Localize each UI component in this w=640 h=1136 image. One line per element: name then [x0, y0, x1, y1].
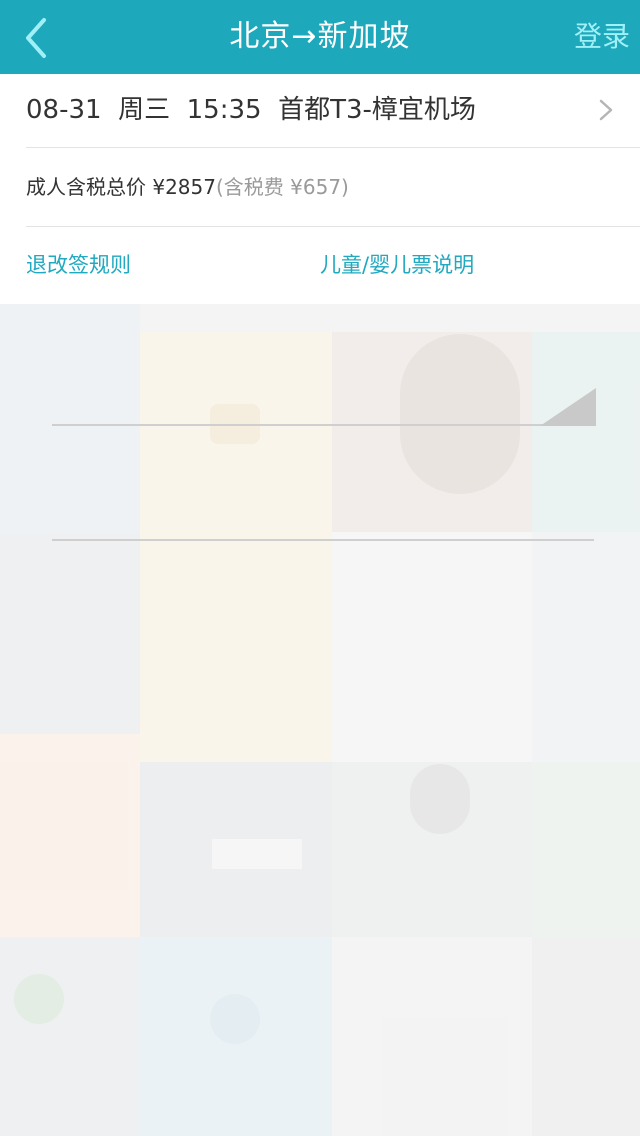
flight-summary-row[interactable]: 08-31 周三 15:35 首都T3-樟宜机场: [0, 74, 640, 147]
page-title: 北京→新加坡: [229, 19, 411, 54]
flight-summary-text: 08-31 周三 15:35 首都T3-樟宜机场: [26, 95, 476, 125]
child-infant-ticket-link[interactable]: 儿童/婴儿票说明: [320, 227, 474, 304]
links-row: 退改签规则 儿童/婴儿票说明: [0, 227, 640, 304]
chevron-right-icon: [599, 99, 613, 121]
price-total: ¥2857: [152, 175, 216, 199]
field-underline: [52, 424, 594, 426]
corner-triangle-icon: [540, 388, 596, 426]
nav-bar: 北京→新加坡 登录: [0, 0, 640, 74]
price-label: 成人含税总价: [26, 175, 146, 199]
flight-info-card: 08-31 周三 15:35 首都T3-樟宜机场 成人含税总价 ¥2857(含税…: [0, 74, 640, 304]
refund-change-rules-link[interactable]: 退改签规则: [26, 227, 131, 304]
tax-note: (含税费 ¥657): [215, 175, 349, 199]
overlay: [0, 304, 640, 1136]
price-row: 成人含税总价 ¥2857(含税费 ¥657): [26, 148, 349, 226]
login-button[interactable]: 登录: [574, 0, 630, 74]
field-underline: [52, 539, 594, 541]
